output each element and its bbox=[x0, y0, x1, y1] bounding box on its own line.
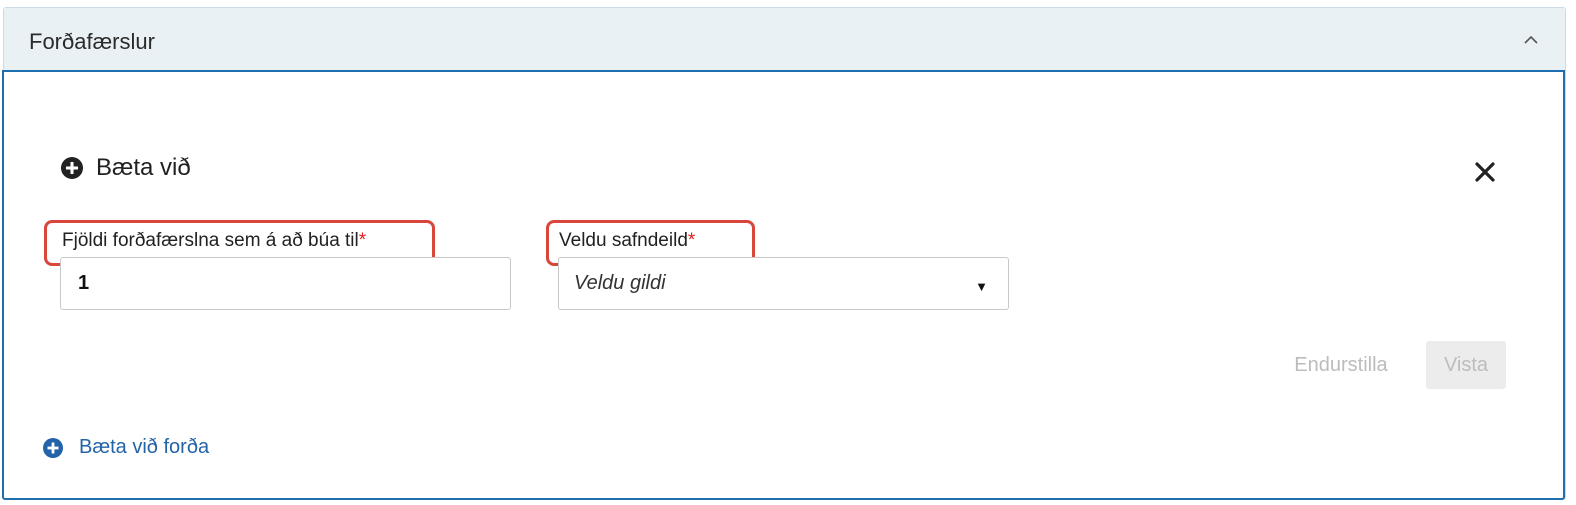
panel-header[interactable]: Forðafærslur bbox=[4, 8, 1565, 71]
chevron-up-icon[interactable] bbox=[1519, 28, 1543, 52]
add-holding-link[interactable]: Bæta við forða bbox=[42, 436, 209, 459]
department-select-value: Veldu gildi bbox=[574, 272, 666, 294]
caret-down-icon: ▼ bbox=[975, 279, 988, 294]
panel-title: Forðafærslur bbox=[29, 29, 155, 54]
count-input[interactable] bbox=[60, 257, 511, 310]
reset-button[interactable]: Endurstilla bbox=[1278, 341, 1404, 389]
plus-circle-icon bbox=[42, 437, 64, 459]
add-form-title: Bæta við bbox=[96, 154, 191, 181]
required-marker: * bbox=[687, 230, 696, 251]
close-icon[interactable] bbox=[1471, 158, 1499, 186]
add-form-heading: Bæta við bbox=[60, 154, 191, 182]
required-marker: * bbox=[358, 230, 367, 251]
plus-circle-icon bbox=[60, 156, 84, 180]
save-button[interactable]: Vista bbox=[1426, 341, 1506, 389]
count-field-label: Fjöldi forðafærslna sem á að búa til* bbox=[62, 230, 367, 251]
add-holding-label: Bæta við forða bbox=[79, 436, 210, 458]
department-field-label: Veldu safndeild* bbox=[559, 230, 696, 251]
department-select[interactable]: Veldu gildi ▼ bbox=[558, 257, 1009, 310]
